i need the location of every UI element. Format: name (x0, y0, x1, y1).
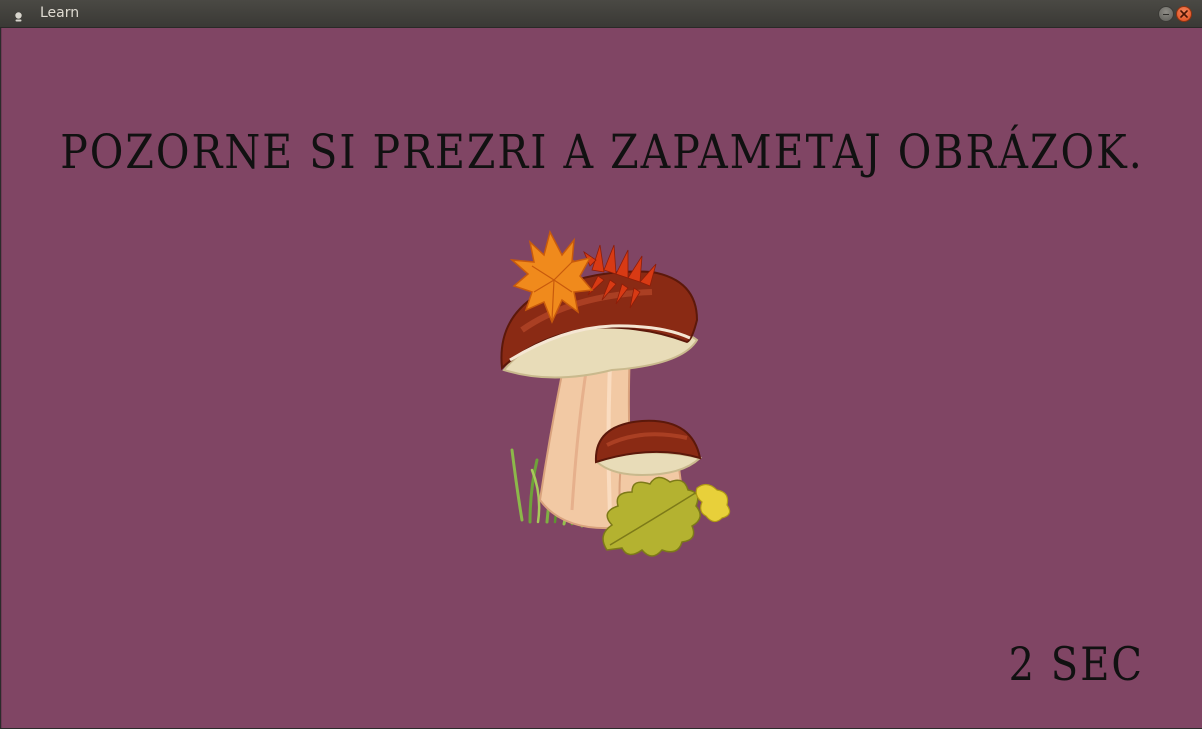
content-area: POZORNE SI PREZRI A ZAPAMETAJ OBRÁZOK. 2… (1, 28, 1202, 728)
minimize-button[interactable] (1158, 6, 1174, 22)
countdown-timer: 2 SEC (1008, 638, 1144, 692)
title-bar[interactable]: Learn (0, 0, 1202, 28)
app-window: Learn POZORNE SI PREZRI A ZAPAMETAJ OBRÁ… (0, 0, 1202, 729)
window-title: Learn (40, 5, 80, 21)
app-icon (12, 8, 25, 22)
mushroom-picture (500, 229, 731, 557)
close-button[interactable] (1176, 6, 1192, 22)
small-leaf (695, 483, 731, 523)
close-icon (1180, 10, 1188, 18)
instruction-text: POZORNE SI PREZRI A ZAPAMETAJ OBRÁZOK. (60, 124, 1144, 180)
